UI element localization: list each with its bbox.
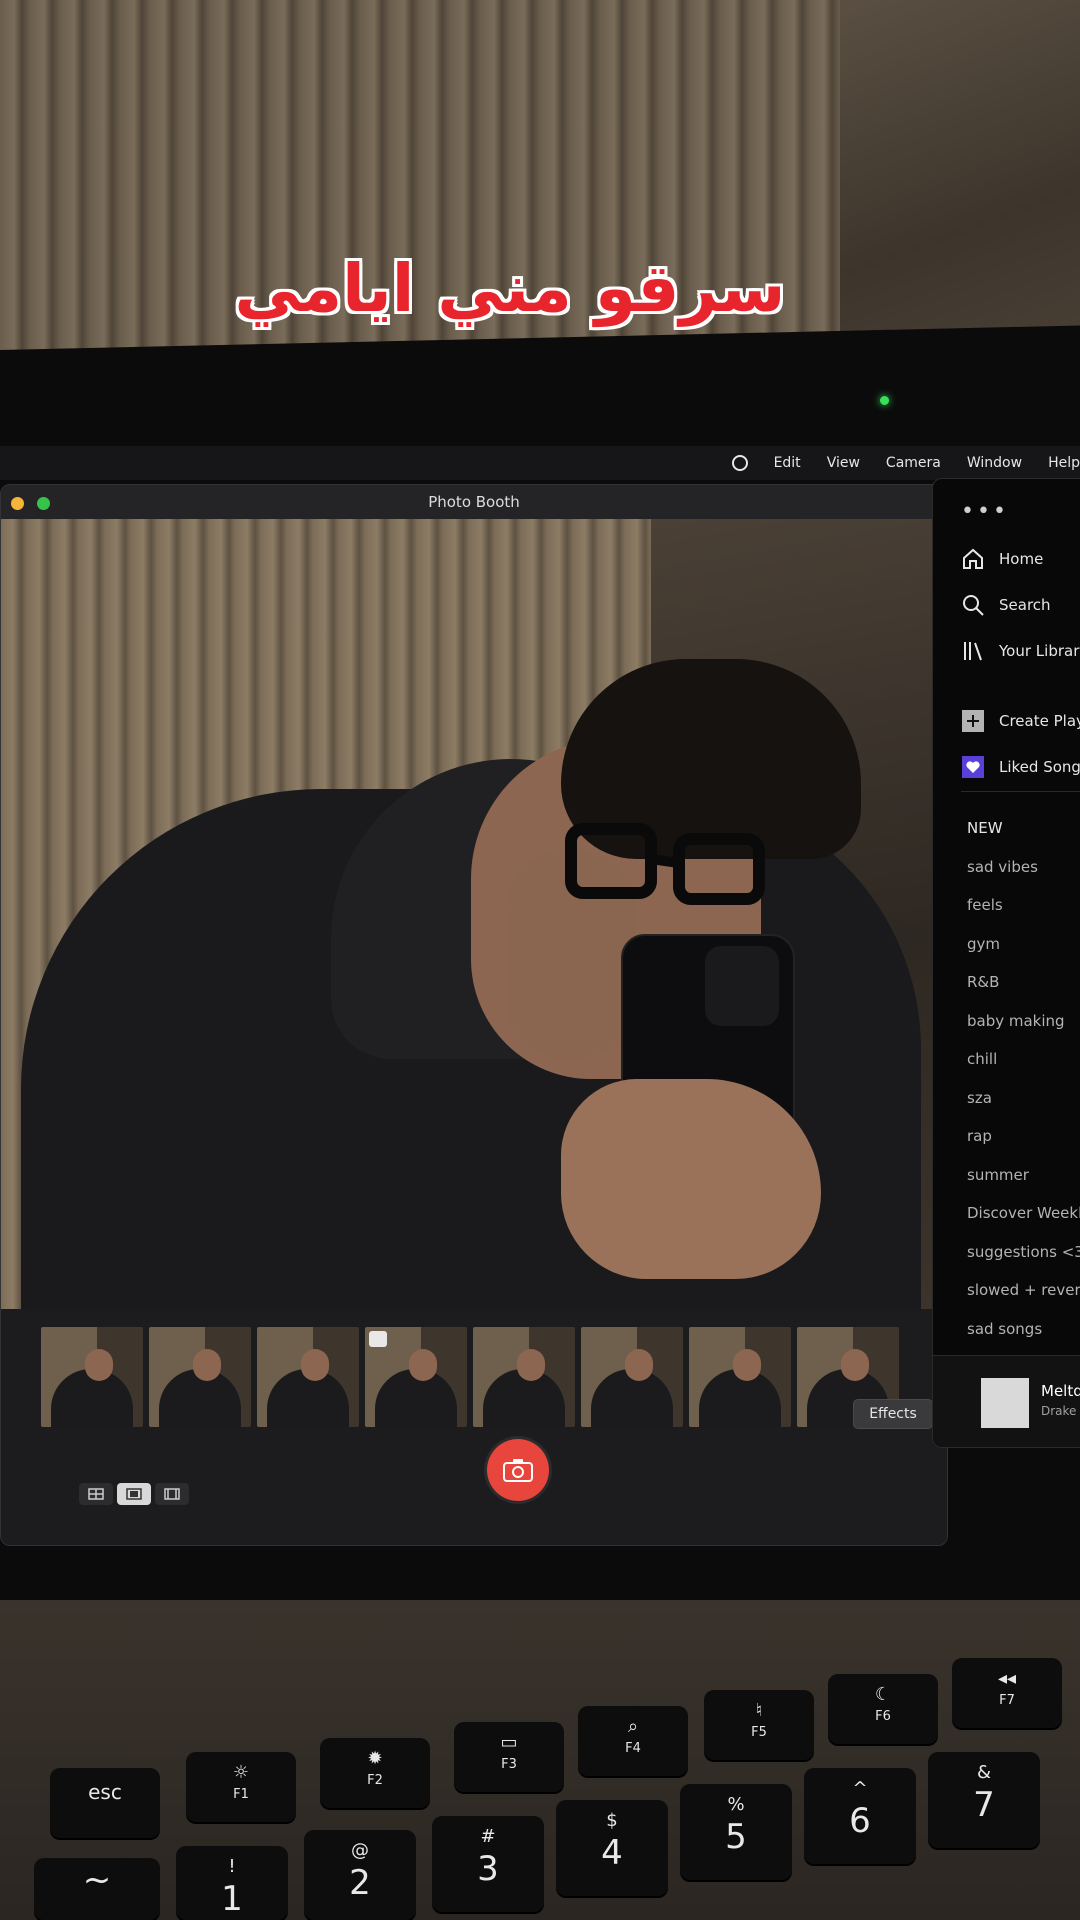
playlist-item[interactable]: gym (967, 935, 1080, 974)
camera-icon (503, 1459, 533, 1482)
phone-camera-module (705, 946, 779, 1026)
playlist-item[interactable]: feels (967, 896, 1080, 935)
playlist-list: NEW sad vibes feels gym R&B baby making … (967, 819, 1080, 1358)
glasses (565, 823, 765, 905)
menu-bar: Edit View Camera Window Help (0, 446, 1080, 480)
nav-library[interactable]: Your Library (961, 637, 1080, 665)
person-right-hand (561, 1079, 821, 1279)
playlist-item[interactable]: sad songs (967, 1320, 1080, 1359)
playlist-item[interactable]: suggestions <3 (967, 1243, 1080, 1282)
now-playing-bar: Meltdown Drake (933, 1355, 1080, 1447)
plus-icon (962, 710, 984, 732)
single-frame-icon (126, 1488, 142, 1500)
grid-icon (88, 1488, 104, 1500)
thumbnail[interactable] (41, 1327, 143, 1427)
video-mode-button[interactable] (155, 1483, 189, 1505)
playlist-item[interactable]: summer (967, 1166, 1080, 1205)
effects-button[interactable]: Effects (853, 1399, 933, 1429)
camera-indicator-light (880, 396, 889, 405)
caption-text: سرقو مني ايامي (234, 250, 786, 327)
create-playlist-label: Create Playlist (999, 712, 1080, 730)
share-icon (369, 1331, 387, 1347)
nav-home-label: Home (999, 550, 1044, 568)
capture-mode-selector (79, 1483, 189, 1505)
album-art[interactable] (981, 1378, 1029, 1428)
liked-songs-button[interactable]: Liked Songs (961, 753, 1080, 781)
nav-library-label: Your Library (999, 642, 1080, 660)
photo-booth-controls: Effects (1, 1399, 947, 1545)
photo-filmstrip (41, 1309, 947, 1427)
sidebar-divider (961, 791, 1080, 792)
window-titlebar: Photo Booth (1, 485, 947, 520)
menu-view[interactable]: View (827, 455, 860, 471)
playlist-item[interactable]: sad vibes (967, 858, 1080, 897)
playlist-item[interactable]: baby making (967, 1012, 1080, 1051)
thumbnail[interactable] (581, 1327, 683, 1427)
thumbnail[interactable] (473, 1327, 575, 1427)
more-options-icon[interactable]: ••• (961, 499, 1009, 524)
playlist-item[interactable]: R&B (967, 973, 1080, 1012)
thumbnail[interactable] (689, 1327, 791, 1427)
now-playing-track[interactable]: Meltdown (1041, 1382, 1080, 1400)
liked-songs-label: Liked Songs (999, 758, 1080, 776)
film-icon (164, 1488, 180, 1500)
playlist-item[interactable]: NEW (967, 819, 1080, 858)
take-photo-button[interactable] (487, 1439, 549, 1501)
spotify-sidebar: ••• Home Search Your Library Create Play… (932, 478, 1080, 1448)
search-icon (963, 595, 984, 616)
four-up-mode-button[interactable] (79, 1483, 113, 1505)
nav-home[interactable]: Home (961, 545, 1043, 573)
library-icon (964, 642, 982, 661)
create-playlist-button[interactable]: Create Playlist (961, 707, 1080, 735)
thumbnail[interactable] (149, 1327, 251, 1427)
playlist-item[interactable]: slowed + reverb (967, 1281, 1080, 1320)
photo-booth-window: Photo Booth Effects (0, 484, 948, 1546)
now-playing-artist[interactable]: Drake (1041, 1404, 1076, 1418)
playlist-item[interactable]: rap (967, 1127, 1080, 1166)
nav-search[interactable]: Search (961, 591, 1051, 619)
thumbnail[interactable] (365, 1327, 467, 1427)
menu-camera[interactable]: Camera (886, 455, 941, 471)
menu-edit[interactable]: Edit (774, 455, 801, 471)
heart-icon (962, 756, 984, 778)
laptop-deck (0, 1600, 1080, 1920)
nav-search-label: Search (999, 596, 1051, 614)
thumbnail[interactable] (257, 1327, 359, 1427)
home-icon (963, 548, 983, 569)
window-title: Photo Booth (428, 493, 520, 511)
playlist-item[interactable]: Discover Weekly (967, 1204, 1080, 1243)
menu-window[interactable]: Window (967, 455, 1022, 471)
single-photo-mode-button[interactable] (117, 1483, 151, 1505)
playlist-item[interactable]: sza (967, 1089, 1080, 1128)
camera-preview (1, 519, 947, 1309)
playlist-item[interactable]: chill (967, 1050, 1080, 1089)
menu-help[interactable]: Help (1048, 455, 1080, 471)
app-logo-icon[interactable] (731, 455, 748, 471)
